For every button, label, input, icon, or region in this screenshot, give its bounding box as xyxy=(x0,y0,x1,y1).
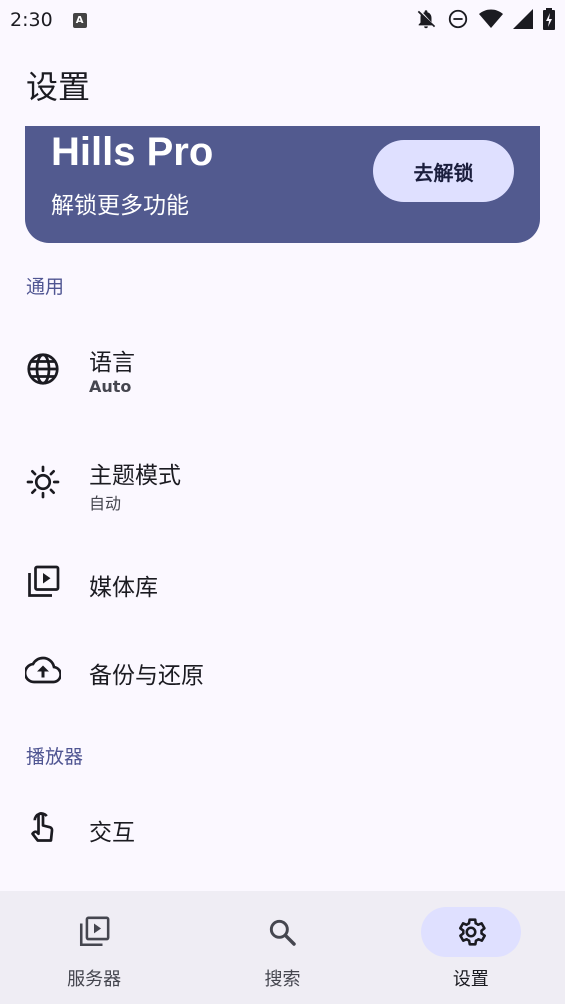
video-library-icon xyxy=(28,565,60,597)
pro-card-title: Hills Pro xyxy=(51,130,214,174)
setting-item-backup-restore[interactable]: 备份与还原 xyxy=(0,626,565,714)
nav-item-servers[interactable]: 服务器 xyxy=(0,891,188,1004)
cloud-upload-icon xyxy=(25,656,61,684)
setting-value: Auto xyxy=(89,377,132,396)
setting-label: 媒体库 xyxy=(89,575,158,601)
bottom-navigation: 服务器 搜索 设置 xyxy=(0,891,565,1004)
setting-label: 语言 xyxy=(89,350,135,376)
nav-item-search[interactable]: 搜索 xyxy=(188,891,376,1004)
wifi-icon xyxy=(479,9,503,28)
setting-label: 主题模式 xyxy=(89,463,181,489)
nav-label: 搜索 xyxy=(264,969,301,990)
nav-indicator xyxy=(420,907,521,957)
setting-item-interaction[interactable]: 交互 xyxy=(0,783,565,871)
setting-item-language[interactable]: 语言 Auto xyxy=(0,325,565,413)
pro-card-subtitle: 解锁更多功能 xyxy=(51,193,189,219)
nav-indicator xyxy=(232,907,332,957)
status-bar: 2:30 A xyxy=(0,0,565,40)
signal-icon xyxy=(513,9,533,29)
nav-item-settings[interactable]: 设置 xyxy=(377,891,565,1004)
do-not-disturb-icon xyxy=(448,9,468,29)
notifications-off-icon xyxy=(417,10,436,29)
brightness-icon xyxy=(26,465,60,499)
video-library-icon xyxy=(80,916,110,947)
section-header-general: 通用 xyxy=(26,276,65,298)
search-icon xyxy=(270,919,297,946)
setting-label: 交互 xyxy=(89,820,135,846)
status-time: 2:30 xyxy=(10,9,53,31)
status-icons xyxy=(415,8,555,30)
nav-label: 服务器 xyxy=(67,969,122,990)
gear-icon xyxy=(458,918,486,946)
section-header-player: 播放器 xyxy=(26,746,84,768)
setting-label: 备份与还原 xyxy=(89,663,204,689)
pro-upgrade-card[interactable]: Hills Pro 解锁更多功能 去解锁 xyxy=(25,126,540,243)
nav-label: 设置 xyxy=(452,969,489,990)
unlock-button[interactable]: 去解锁 xyxy=(373,140,514,202)
page-title: 设置 xyxy=(26,68,91,106)
nav-indicator xyxy=(44,907,144,957)
setting-value: 自动 xyxy=(89,494,122,513)
touch-icon xyxy=(31,812,54,842)
setting-item-media-library[interactable]: 媒体库 xyxy=(0,538,565,626)
setting-item-theme-mode[interactable]: 主题模式 自动 xyxy=(0,438,565,526)
app-notification-icon: A xyxy=(72,12,87,28)
globe-icon xyxy=(27,353,59,385)
battery-charging-icon xyxy=(543,8,555,30)
